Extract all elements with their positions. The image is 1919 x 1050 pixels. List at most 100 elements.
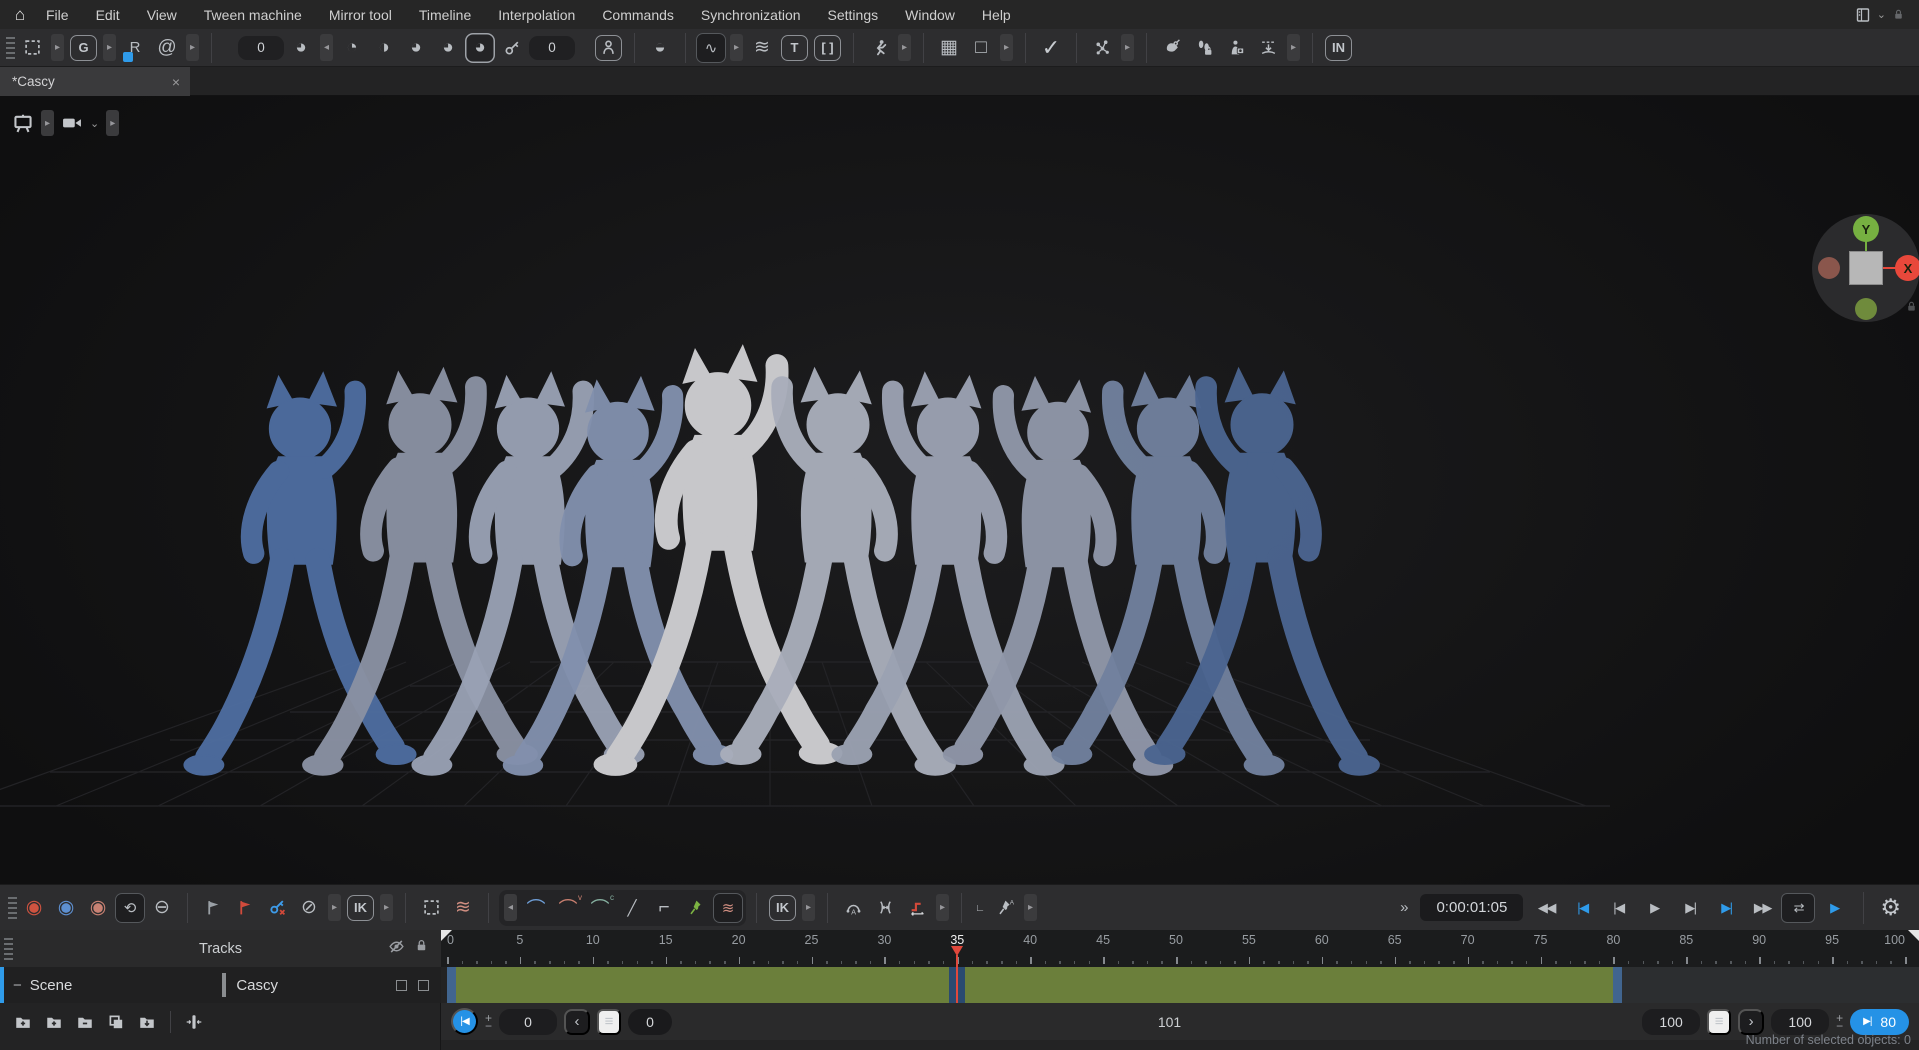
expander-icon[interactable]: ▸ [106,110,119,136]
track-lock-checkbox[interactable] [418,980,429,991]
autoposing-r-button[interactable]: R [120,33,150,63]
menu-view[interactable]: View [147,7,177,23]
selection-tool-icon[interactable] [17,33,47,63]
menu-settings[interactable]: Settings [828,7,879,23]
track-visibility-checkbox[interactable] [396,980,407,991]
eye-off-icon[interactable] [388,938,405,960]
in-button[interactable]: IN [1325,35,1352,61]
jump-end-button[interactable]: ▶| [1709,893,1743,923]
timeline-track[interactable] [441,967,1919,1003]
track-label-scene[interactable]: Scene [30,977,73,994]
tween-key-icon[interactable]: ◕ [286,33,316,63]
menu-tween-machine[interactable]: Tween machine [204,7,302,23]
tween-pose-icon[interactable]: ◕ [465,33,495,63]
gizmo-neg-x[interactable] [1818,257,1840,279]
fulcrum-icon[interactable] [198,893,228,923]
drag-grip[interactable] [4,938,13,960]
center-of-mass-icon[interactable]: ◉ [19,893,49,923]
tween-pose-icon[interactable]: ◕ [401,33,431,63]
animation-runner-icon[interactable] [864,33,894,63]
interp-velocity-icon[interactable]: ⌒v [553,893,583,923]
gizmo-neg-y[interactable] [1855,298,1877,320]
rotation-cycle-icon[interactable]: ⟲ [115,893,145,923]
frame-box-icon[interactable]: □ [966,33,996,63]
offset-value-field[interactable]: 0 [529,36,575,60]
camera-icon[interactable] [61,112,83,134]
ik-button[interactable]: IK [769,895,796,921]
menu-interpolation[interactable]: Interpolation [498,7,575,23]
layout-panels-icon[interactable] [1855,7,1871,23]
fulcrum-red-icon[interactable] [230,893,260,923]
retime-icon[interactable] [902,893,932,923]
key-small-icon[interactable] [497,33,527,63]
interval-edge-marker[interactable] [1613,967,1622,1003]
tween-pose-icon[interactable]: ◕ [433,33,463,63]
value-spinner[interactable]: +− [1836,1014,1843,1030]
text-tool-button[interactable]: T [781,35,808,61]
tween-pose-icon[interactable]: ◔ [337,33,367,63]
drag-grip[interactable] [8,897,17,919]
character-pose-icon[interactable] [1221,33,1251,63]
camera-frame-icon[interactable]: [ ] [814,35,841,61]
lock-icon[interactable] [414,938,429,960]
expander-icon[interactable]: ▸ [1287,34,1300,61]
circle-minus-icon[interactable]: ⊖ [147,893,177,923]
expander-icon[interactable]: ▸ [380,894,393,921]
playhead-line[interactable] [956,967,958,1003]
expander-icon[interactable]: ▸ [1000,34,1013,61]
empty-track[interactable] [1622,967,1919,1003]
next-frame-button[interactable]: ▶| [1673,893,1707,923]
value-spinner[interactable]: +− [485,1014,492,1030]
arrow-left-icon[interactable]: ◂ [320,34,333,61]
interp-continuous-icon[interactable]: ⌒c [585,893,615,923]
expander-icon[interactable]: ▸ [730,34,743,61]
curves-editor-icon[interactable]: ≋ [747,33,777,63]
more-tools-icon[interactable]: » [1400,899,1406,916]
ghost-toggle-button[interactable]: G [70,35,97,61]
interval-edge-marker[interactable] [447,967,456,1003]
ik-secondary-button[interactable]: IK [347,895,374,921]
expander-icon[interactable]: ▸ [51,34,64,61]
angular-momentum-icon[interactable]: ◉ [83,893,113,923]
footsteps-lock-icon[interactable] [1189,33,1219,63]
menu-commands[interactable]: Commands [602,7,674,23]
fast-forward-button[interactable]: ▶▶ [1745,893,1779,923]
menu-file[interactable]: File [46,7,69,23]
expander-icon[interactable]: ▸ [41,110,54,136]
interp-step-icon[interactable]: ⌐ [649,893,679,923]
expander-icon[interactable]: ▸ [103,34,116,61]
presentation-board-icon[interactable] [12,112,34,134]
animation-interval[interactable] [456,967,1613,1003]
gizmo-x-axis[interactable]: X [1895,255,1919,281]
no-physics-icon[interactable]: ⊘ [294,893,324,923]
stretch-interval-icon[interactable] [870,893,900,923]
value-spinner[interactable] [222,33,236,63]
menu-mirror-tool[interactable]: Mirror tool [329,7,392,23]
viewport-3d[interactable]: ▸ ⌄ ▸ Y X [0,96,1919,884]
lock-icon[interactable] [1905,300,1918,318]
rig-graph-icon[interactable] [1087,33,1117,63]
timeline-ruler[interactable]: 0510152025303540455055606570758085909510… [441,930,1919,967]
character-mode-icon[interactable] [595,35,622,61]
expander-icon[interactable]: ▸ [898,34,911,61]
foot-key-icon[interactable] [1157,33,1187,63]
pin-a-icon[interactable]: A [990,893,1020,923]
expander-icon[interactable]: ▸ [186,34,199,61]
menu-window[interactable]: Window [905,7,955,23]
grid-snap-icon[interactable]: ▦ [934,33,964,63]
home-icon[interactable]: ⌂ [0,5,40,25]
interp-wave-active-icon[interactable]: ≋ [713,893,743,923]
chevron-down-icon[interactable]: ⌄ [90,117,99,130]
corner-mark-icon[interactable]: ∟ [972,894,988,924]
track-label-cascy[interactable]: Cascy [236,977,278,994]
interpolation-toggle-icon[interactable]: ∿ [696,33,726,63]
pivot-sphere-icon[interactable]: ◒ [645,33,675,63]
tween-pose-icon[interactable]: ◑ [369,33,399,63]
gizmo-y-axis[interactable]: Y [1853,216,1879,242]
menu-synchronization[interactable]: Synchronization [701,7,801,23]
close-icon[interactable]: × [172,74,180,90]
interpolation-wave-icon[interactable]: ≋ [448,893,478,923]
fixed-pin-icon[interactable] [681,893,711,923]
loop-button[interactable]: ⇄ [1781,893,1815,923]
play-button[interactable]: ▶ [1637,893,1671,923]
